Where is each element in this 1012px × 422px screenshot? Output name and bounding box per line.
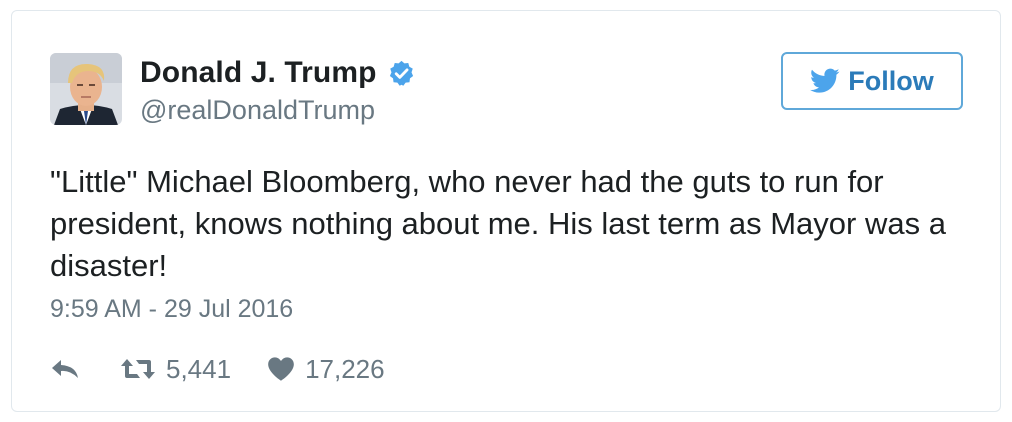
- avatar-image: [50, 53, 122, 125]
- heart-icon: [267, 356, 295, 382]
- reply-button[interactable]: [50, 358, 80, 380]
- follow-label: Follow: [848, 65, 934, 96]
- tweet-timestamp[interactable]: 9:59 AM - 29 Jul 2016: [50, 295, 293, 324]
- like-count: 17,226: [305, 353, 385, 384]
- author-display-name[interactable]: Donald J. Trump: [140, 56, 377, 90]
- follow-button[interactable]: Follow: [781, 52, 963, 110]
- tweet-actions: 5,441 17,226: [50, 351, 385, 387]
- avatar[interactable]: [50, 53, 122, 125]
- tweet-card: Donald J. Trump @realDonaldTrump Follow …: [11, 10, 1001, 412]
- author-name-row: Donald J. Trump: [140, 55, 416, 91]
- like-button[interactable]: 17,226: [267, 354, 385, 385]
- retweet-icon: [120, 357, 156, 381]
- retweet-button[interactable]: 5,441: [120, 354, 231, 385]
- verified-badge-icon: [387, 59, 416, 88]
- retweet-count: 5,441: [166, 353, 232, 384]
- reply-icon: [50, 358, 80, 380]
- tweet-text: "Little" Michael Bloomberg, who never ha…: [50, 164, 946, 283]
- author-handle[interactable]: @realDonaldTrump: [140, 95, 375, 126]
- twitter-bird-icon: [810, 68, 840, 94]
